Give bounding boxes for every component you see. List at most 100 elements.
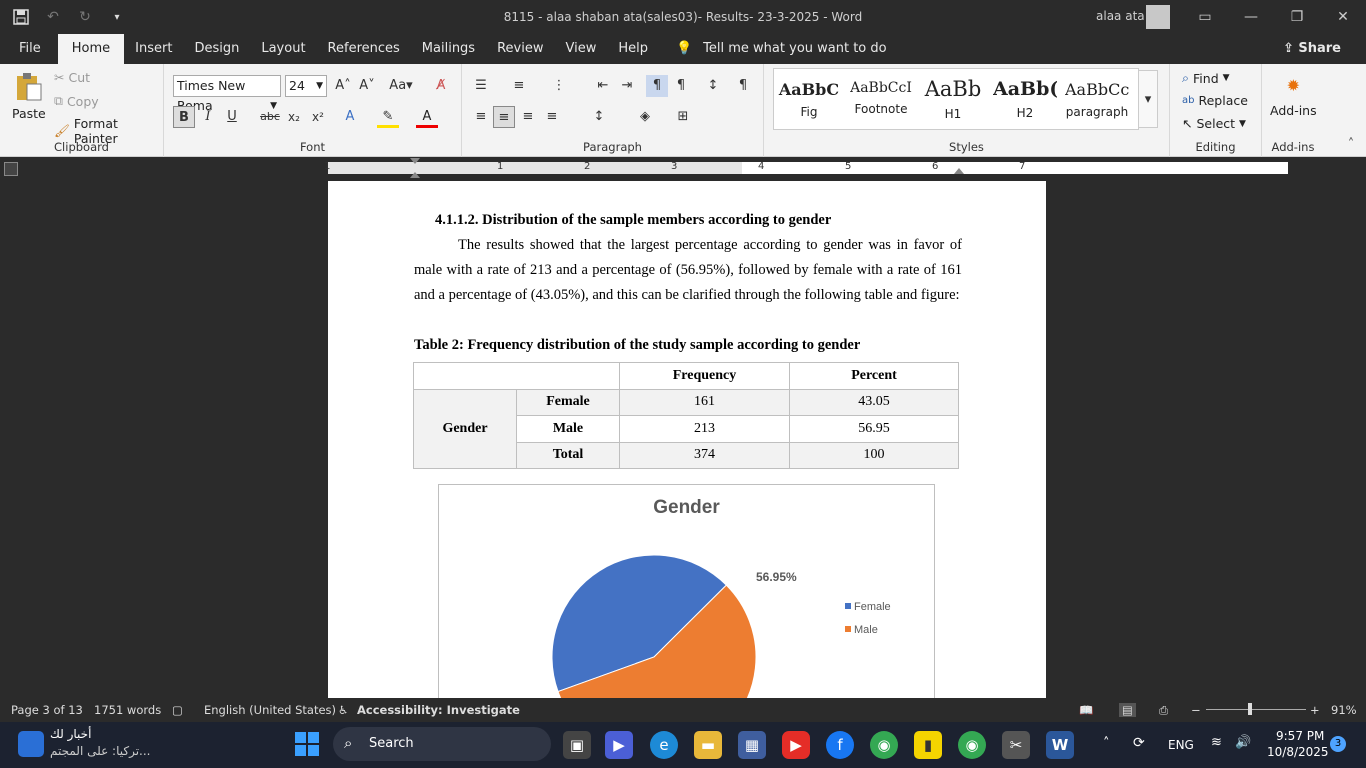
- style-fig[interactable]: AaBbC Fig: [777, 72, 841, 126]
- volume-icon[interactable]: 🔊: [1235, 735, 1251, 750]
- avatar[interactable]: [1146, 5, 1170, 29]
- windows-start-icon[interactable]: [295, 732, 319, 756]
- read-mode-icon[interactable]: 📖: [1079, 703, 1093, 717]
- redo-icon[interactable]: ↻: [74, 6, 96, 28]
- undo-icon[interactable]: ↶: [42, 6, 64, 28]
- close-icon[interactable]: ✕: [1328, 6, 1358, 28]
- minimize-icon[interactable]: —: [1236, 6, 1266, 28]
- news-title[interactable]: أخبار لك: [50, 727, 91, 741]
- page[interactable]: 4.1.1.2. Distribution of the sample memb…: [328, 181, 1046, 698]
- zoom-out-icon[interactable]: −: [1191, 703, 1201, 717]
- cut-button[interactable]: ✂ Cut: [54, 70, 90, 85]
- save-icon[interactable]: [10, 6, 32, 28]
- align-right-icon[interactable]: ≡: [517, 106, 539, 128]
- italic-button[interactable]: I: [197, 106, 219, 128]
- ltr-icon[interactable]: ¶: [646, 75, 668, 97]
- tab-file[interactable]: File: [8, 34, 52, 64]
- style-footnote[interactable]: AaBbCcI Footnote: [849, 72, 913, 126]
- align-left-icon[interactable]: ≡: [470, 106, 492, 128]
- right-indent-marker[interactable]: [954, 168, 964, 174]
- style-paragraph[interactable]: AaBbCc paragraph: [1065, 72, 1129, 126]
- news-subtitle[interactable]: تركيا: على المجتم...: [50, 744, 151, 758]
- increase-indent-icon[interactable]: ⇥: [616, 75, 638, 97]
- shading-icon[interactable]: ◈: [634, 106, 656, 128]
- file-explorer-icon[interactable]: ▬: [694, 731, 722, 759]
- wifi-icon[interactable]: ≋: [1211, 735, 1222, 750]
- text-effects-icon[interactable]: A: [339, 106, 361, 128]
- language-indicator[interactable]: ENG: [1168, 738, 1194, 752]
- sort-icon[interactable]: ↕: [702, 75, 724, 97]
- multilevel-list-icon[interactable]: ⋮: [548, 75, 570, 97]
- sync-icon[interactable]: ⟳: [1133, 735, 1145, 751]
- numbering-icon[interactable]: ≡: [508, 75, 530, 97]
- tab-references[interactable]: References: [317, 34, 411, 64]
- tab-selector-icon[interactable]: [4, 162, 18, 176]
- strikethrough-button[interactable]: abc: [259, 106, 281, 128]
- bullets-icon[interactable]: ☰: [470, 75, 492, 97]
- news-icon[interactable]: [18, 731, 44, 757]
- restore-icon[interactable]: ❐: [1282, 6, 1312, 28]
- tab-home[interactable]: Home: [57, 34, 125, 64]
- chevron-up-icon[interactable]: ˄: [1103, 736, 1110, 751]
- zoom-level[interactable]: 91%: [1331, 703, 1357, 717]
- font-name-select[interactable]: Times New Roma▼: [173, 75, 281, 113]
- store-icon[interactable]: ▦: [738, 731, 766, 759]
- horizontal-ruler[interactable]: 1 1 2 3 4 5 6 7: [324, 158, 1288, 178]
- tab-view[interactable]: View: [554, 34, 607, 64]
- document-area[interactable]: 4.1.1.2. Distribution of the sample memb…: [0, 181, 1366, 698]
- tab-layout[interactable]: Layout: [250, 34, 316, 64]
- superscript-button[interactable]: x²: [307, 106, 329, 128]
- accessibility-status[interactable]: Accessibility: Investigate: [357, 703, 520, 717]
- zoom-in-icon[interactable]: +: [1310, 703, 1320, 717]
- first-line-indent-marker[interactable]: [410, 158, 420, 164]
- snipping-tool-icon[interactable]: ✂: [1002, 731, 1030, 759]
- select-button[interactable]: ↖ Select ▼: [1182, 116, 1246, 131]
- tab-mailings[interactable]: Mailings: [411, 34, 486, 64]
- tab-help[interactable]: Help: [607, 34, 659, 64]
- paste-button[interactable]: Paste: [12, 72, 46, 121]
- style-h2[interactable]: AaBb(H2: [993, 72, 1057, 126]
- replace-button[interactable]: ab Replace: [1182, 93, 1248, 108]
- word-icon[interactable]: W: [1046, 731, 1074, 759]
- teams-icon[interactable]: ▶: [605, 731, 633, 759]
- highlight-icon[interactable]: ✎: [377, 106, 399, 128]
- facebook-icon[interactable]: f: [826, 731, 854, 759]
- language-status[interactable]: English (United States): [204, 703, 336, 717]
- customize-toolbar-icon[interactable]: ▾: [106, 6, 128, 28]
- left-indent-marker[interactable]: [410, 172, 420, 178]
- pie-chart[interactable]: Gender 56.95% Female Male: [438, 484, 935, 698]
- ribbon-display-icon[interactable]: ▭: [1190, 6, 1220, 28]
- chrome-beta-icon[interactable]: ◉: [958, 731, 986, 759]
- rtl-icon[interactable]: ¶: [670, 75, 692, 97]
- clock-date[interactable]: 10/8/2025: [1267, 745, 1329, 759]
- styles-more-icon[interactable]: ▾: [1138, 70, 1158, 128]
- clear-formatting-icon[interactable]: A̸: [430, 75, 452, 97]
- youtube-icon[interactable]: ▶: [782, 731, 810, 759]
- style-h1[interactable]: AaBb H1: [921, 72, 985, 126]
- notification-badge[interactable]: 3: [1330, 736, 1346, 752]
- align-center-icon[interactable]: ≡: [493, 106, 515, 128]
- borders-icon[interactable]: ⊞: [672, 106, 694, 128]
- copy-button[interactable]: ⧉ Copy: [54, 93, 99, 109]
- task-view-icon[interactable]: ▣: [563, 731, 591, 759]
- tab-review[interactable]: Review: [486, 34, 554, 64]
- sticky-notes-icon[interactable]: ▮: [914, 731, 942, 759]
- chrome-icon[interactable]: ◉: [870, 731, 898, 759]
- find-button[interactable]: ⌕ Find ▼: [1182, 70, 1230, 86]
- change-case-icon[interactable]: Aa▾: [386, 75, 416, 97]
- font-size-select[interactable]: 24 ▼: [285, 75, 327, 97]
- share-button[interactable]: ⇪ Share: [1272, 34, 1352, 64]
- clock-time[interactable]: 9:57 PM: [1276, 729, 1324, 743]
- zoom-slider[interactable]: [1206, 709, 1306, 710]
- justify-icon[interactable]: ≡: [541, 106, 563, 128]
- addins-button[interactable]: ✹ Add-ins: [1270, 76, 1317, 118]
- grow-font-icon[interactable]: A˄: [332, 75, 354, 97]
- underline-button[interactable]: U: [221, 106, 243, 128]
- tell-me-search[interactable]: Tell me what you want to do: [703, 34, 897, 64]
- tab-insert[interactable]: Insert: [124, 34, 183, 64]
- tab-design[interactable]: Design: [183, 34, 250, 64]
- user-name[interactable]: alaa ata: [1096, 9, 1145, 23]
- web-layout-icon[interactable]: ⎙: [1159, 703, 1168, 718]
- subscript-button[interactable]: x₂: [283, 106, 305, 128]
- zoom-slider-thumb[interactable]: [1248, 703, 1252, 715]
